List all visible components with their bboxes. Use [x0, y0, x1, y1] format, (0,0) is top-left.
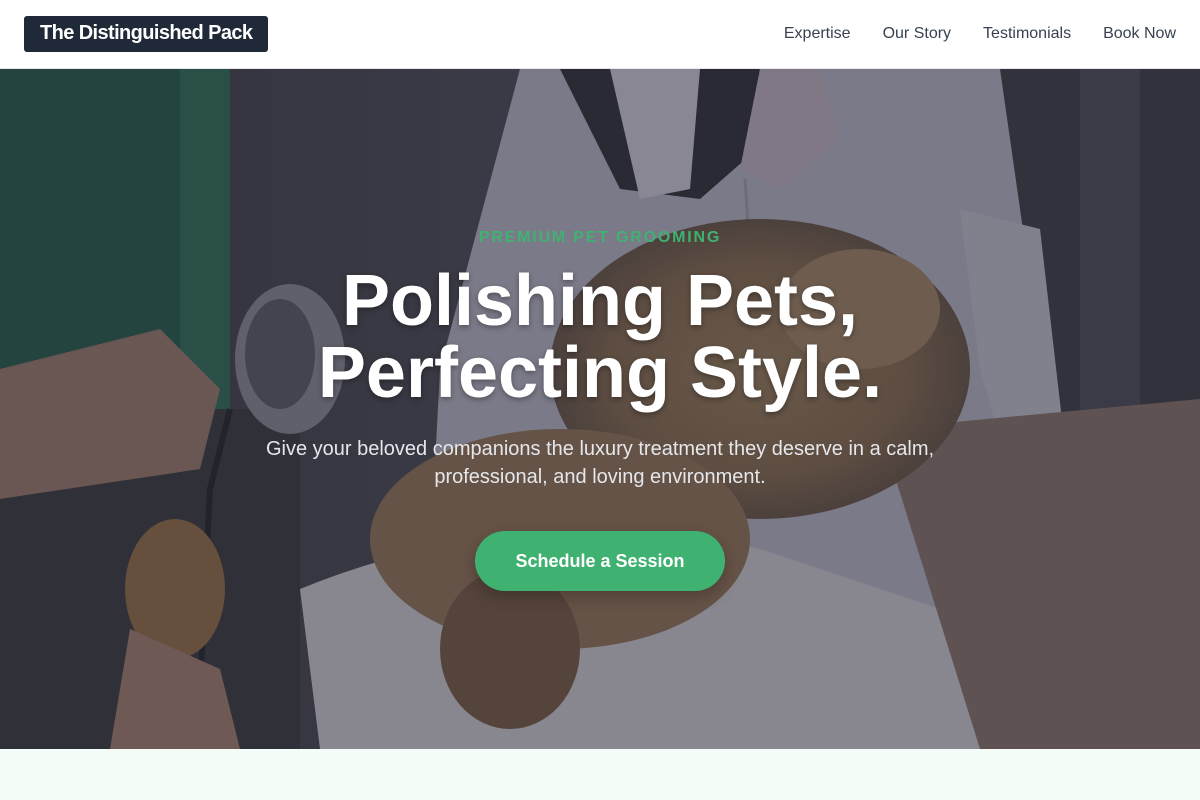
- hero-content: PREMIUM PET GROOMING Polishing Pets, Per…: [0, 69, 1200, 749]
- next-section: [0, 749, 1200, 800]
- hero-headline-line-1: Polishing Pets,: [341, 261, 859, 341]
- hero-section: PREMIUM PET GROOMING Polishing Pets, Per…: [0, 69, 1200, 749]
- hero-subtext: Give your beloved companions the luxury …: [250, 435, 950, 491]
- hero-headline-line-2: Perfecting Style.: [317, 333, 883, 413]
- schedule-session-button[interactable]: Schedule a Session: [475, 531, 725, 591]
- logo[interactable]: The Distinguished Pack: [24, 16, 269, 52]
- main-nav: Expertise Our Story Testimonials Book No…: [784, 24, 1176, 44]
- nav-expertise[interactable]: Expertise: [784, 24, 851, 44]
- site-header: The Distinguished Pack Expertise Our Sto…: [0, 0, 1200, 69]
- nav-our-story[interactable]: Our Story: [883, 24, 951, 44]
- hero-subtext-line-2: professional, and loving environment.: [434, 466, 766, 488]
- nav-book-now[interactable]: Book Now: [1103, 24, 1176, 44]
- nav-testimonials[interactable]: Testimonials: [983, 24, 1071, 44]
- hero-headline: Polishing Pets, Perfecting Style.: [0, 265, 1200, 409]
- hero-eyebrow: PREMIUM PET GROOMING: [478, 229, 722, 246]
- hero-subtext-line-1: Give your beloved companions the luxury …: [265, 438, 935, 460]
